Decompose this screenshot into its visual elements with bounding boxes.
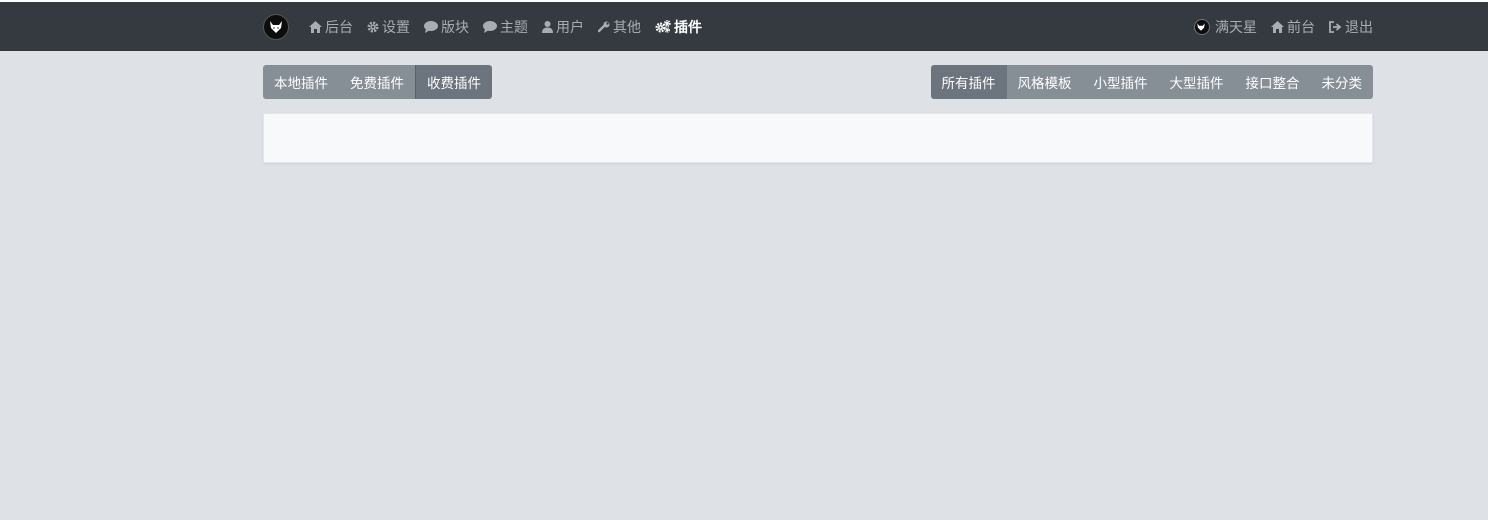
toolbar: 本地插件 免费插件 收费插件 所有插件 风格模板 小型插件 大型插件 接口整合 … <box>263 65 1373 99</box>
nav-plugins-label: 插件 <box>674 19 702 36</box>
nav-user[interactable]: 满天星 <box>1194 17 1257 37</box>
tab-free-plugins[interactable]: 免费插件 <box>339 65 415 99</box>
plugin-list-panel <box>263 113 1373 163</box>
nav-settings-label: 设置 <box>382 19 410 36</box>
gear-icon <box>367 21 379 32</box>
nav-right: 满天星 前台 退出 <box>1194 17 1373 37</box>
nav-forums[interactable]: 版块 <box>424 17 469 37</box>
tab-uncategorized[interactable]: 未分类 <box>1310 65 1373 99</box>
home-icon <box>1271 20 1284 33</box>
tab-all-plugins[interactable]: 所有插件 <box>930 65 1007 99</box>
wrench-icon <box>598 21 610 32</box>
navbar-inner: 后台 设置 版块 主题 用户 其他 插件 满天星 前台 退出 <box>263 2 1373 51</box>
gears-icon <box>655 20 671 33</box>
nav-user-label: 满天星 <box>1215 19 1257 36</box>
tab-paid-plugins[interactable]: 收费插件 <box>415 65 492 99</box>
tab-api-integration[interactable]: 接口整合 <box>1234 65 1311 99</box>
sign-out-icon <box>1329 20 1342 33</box>
avatar <box>1194 18 1210 35</box>
nav-users-label: 用户 <box>556 19 584 36</box>
nav-threads-label: 主题 <box>500 19 528 36</box>
nav-other[interactable]: 其他 <box>598 17 641 37</box>
logo-icon[interactable] <box>263 13 289 40</box>
home-icon <box>309 20 322 33</box>
nav-logout-label: 退出 <box>1345 19 1373 36</box>
nav-logout[interactable]: 退出 <box>1329 17 1373 37</box>
user-icon <box>542 20 553 33</box>
nav-users[interactable]: 用户 <box>542 17 584 37</box>
tab-local-plugins[interactable]: 本地插件 <box>263 65 339 99</box>
tab-style-templates[interactable]: 风格模板 <box>1006 65 1083 99</box>
comment-icon <box>483 20 497 33</box>
top-navbar: 后台 设置 版块 主题 用户 其他 插件 满天星 前台 退出 <box>0 2 1488 51</box>
nav-frontend[interactable]: 前台 <box>1271 17 1315 37</box>
source-tabs: 本地插件 免费插件 收费插件 <box>263 65 492 99</box>
nav-frontend-label: 前台 <box>1287 19 1315 36</box>
category-tabs: 所有插件 风格模板 小型插件 大型插件 接口整合 未分类 <box>930 65 1373 99</box>
tab-small-plugins[interactable]: 小型插件 <box>1082 65 1159 99</box>
nav-backend[interactable]: 后台 <box>309 17 353 37</box>
nav-other-label: 其他 <box>613 19 641 36</box>
nav-backend-label: 后台 <box>325 19 353 36</box>
comment-icon <box>424 20 438 33</box>
nav-left: 后台 设置 版块 主题 用户 其他 插件 <box>263 13 716 40</box>
nav-settings[interactable]: 设置 <box>367 17 410 37</box>
nav-plugins[interactable]: 插件 <box>655 17 702 37</box>
nav-threads[interactable]: 主题 <box>483 17 528 37</box>
nav-forums-label: 版块 <box>441 19 469 36</box>
tab-large-plugins[interactable]: 大型插件 <box>1158 65 1235 99</box>
